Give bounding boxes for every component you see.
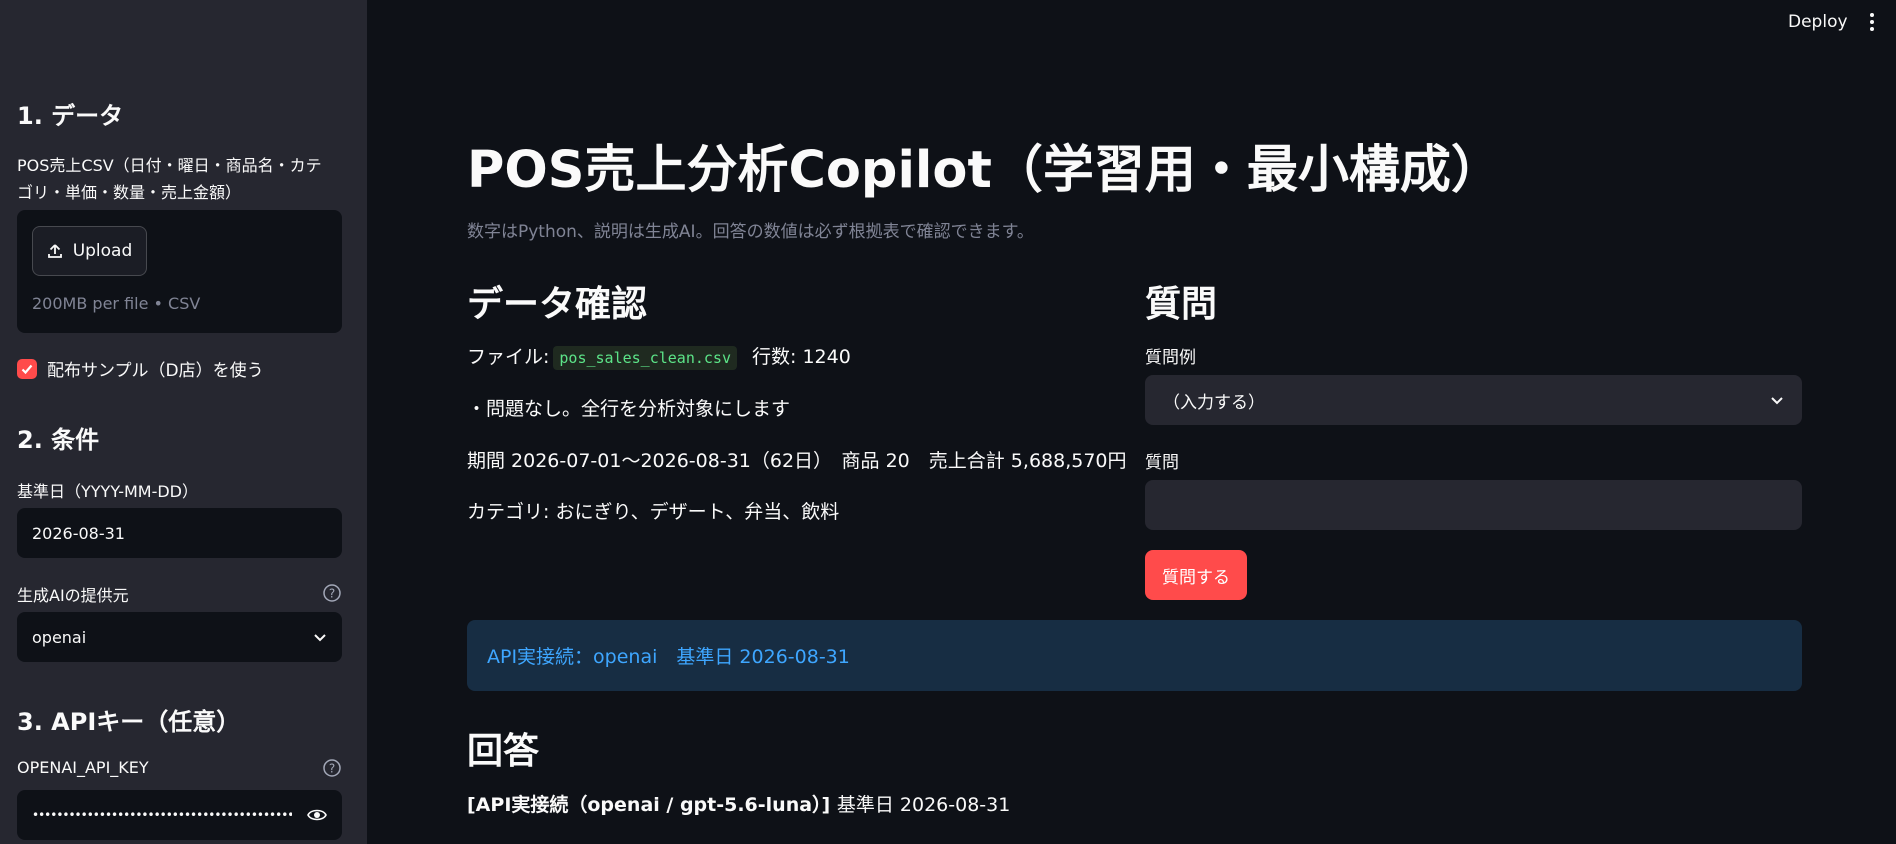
upload-icon xyxy=(47,244,62,258)
provider-select[interactable]: openai xyxy=(17,612,342,662)
upload-button[interactable]: Upload xyxy=(32,226,147,276)
base-date-label: 基準日（YYYY-MM-DD） xyxy=(17,482,198,501)
data-summary: 期間 2026-07-01〜2026-08-31（62日） 商品 20 売上合計… xyxy=(467,450,1127,472)
page-title: POS売上分析Copilot（学習用・最小構成） xyxy=(467,141,1502,200)
base-date-value: 2026-08-31 xyxy=(32,523,125,543)
provider-select-value: openai xyxy=(32,627,87,647)
file-uploader-dropzone[interactable]: Upload 200MB per file • CSV xyxy=(17,210,342,333)
api-connection-info: API実接続：openai 基準日 2026-08-31 xyxy=(467,620,1802,691)
eye-icon[interactable] xyxy=(307,807,327,823)
question-input[interactable] xyxy=(1145,480,1802,530)
sample-checkbox-row[interactable]: 配布サンプル（D店）を使う xyxy=(17,356,264,381)
help-icon[interactable]: ? xyxy=(322,758,342,778)
page-caption: 数字はPython、説明は生成AI。回答の数値は必ず根拠表で確認できます。 xyxy=(467,222,1034,242)
question-example-label: 質問例 xyxy=(1145,348,1196,368)
section-data-heading: 1. データ xyxy=(17,102,124,130)
provider-label: 生成AIの提供元 xyxy=(17,586,129,605)
sidebar: 1. データ POS売上CSV（日付・曜日・商品名・カテ ゴリ・単価・数量・売上… xyxy=(0,0,367,844)
deploy-button[interactable]: Deploy xyxy=(1788,12,1848,32)
check-icon xyxy=(21,364,33,374)
data-status: ・問題なし。全行を分析対象にします xyxy=(467,398,791,420)
answer-base-date: 基準日 2026-08-31 xyxy=(836,794,1011,816)
question-label: 質問 xyxy=(1145,453,1179,473)
api-key-label: OPENAI_API_KEY xyxy=(17,758,149,777)
base-date-input[interactable]: 2026-08-31 xyxy=(17,508,342,558)
file-name-code: pos_sales_clean.csv xyxy=(553,346,737,370)
question-example-select[interactable]: （入力する） xyxy=(1145,375,1802,425)
file-label: ファイル: xyxy=(467,346,550,368)
csv-label-line1: POS売上CSV（日付・曜日・商品名・カテ xyxy=(17,156,322,175)
csv-uploader-label: POS売上CSV（日付・曜日・商品名・カテ ゴリ・単価・数量・売上金額） xyxy=(17,152,347,206)
answer-source: [API実接続（openai / gpt-5.6-luna）] xyxy=(467,794,831,816)
chevron-down-icon xyxy=(314,634,326,642)
ask-button[interactable]: 質問する xyxy=(1145,550,1247,600)
api-connection-text: API実接続：openai 基準日 2026-08-31 xyxy=(487,646,850,668)
answer-heading: 回答 xyxy=(467,731,540,772)
sample-checkbox[interactable] xyxy=(17,358,37,379)
upload-hint: 200MB per file • CSV xyxy=(32,294,201,313)
api-key-input[interactable]: ••••••••••••••••••••••••••••••••••••••••… xyxy=(17,790,342,840)
api-key-value: ••••••••••••••••••••••••••••••••••••••••… xyxy=(32,808,292,822)
csv-label-line2: ゴリ・単価・数量・売上金額） xyxy=(17,183,242,202)
question-heading: 質問 xyxy=(1145,284,1218,325)
svg-text:?: ? xyxy=(329,587,335,601)
upload-button-label: Upload xyxy=(72,241,133,261)
svg-text:?: ? xyxy=(329,762,335,776)
question-example-value: （入力する） xyxy=(1163,392,1265,413)
file-info: ファイル: pos_sales_clean.csv 行数: 1240 xyxy=(467,342,851,370)
chevron-down-icon xyxy=(1771,397,1783,405)
section-conditions-heading: 2. 条件 xyxy=(17,426,100,454)
help-icon[interactable]: ? xyxy=(322,583,342,603)
section-apikey-heading: 3. APIキー（任意） xyxy=(17,708,241,736)
sample-checkbox-label: 配布サンプル（D店）を使う xyxy=(47,361,264,381)
row-count: 行数: 1240 xyxy=(752,346,851,368)
kebab-menu-icon[interactable] xyxy=(1865,12,1879,32)
data-confirm-heading: データ確認 xyxy=(467,284,648,325)
answer-text: [API実接続（openai / gpt-5.6-luna）] 基準日 2026… xyxy=(467,790,1010,817)
category-list: カテゴリ: おにぎり、デザート、弁当、飲料 xyxy=(467,501,840,523)
